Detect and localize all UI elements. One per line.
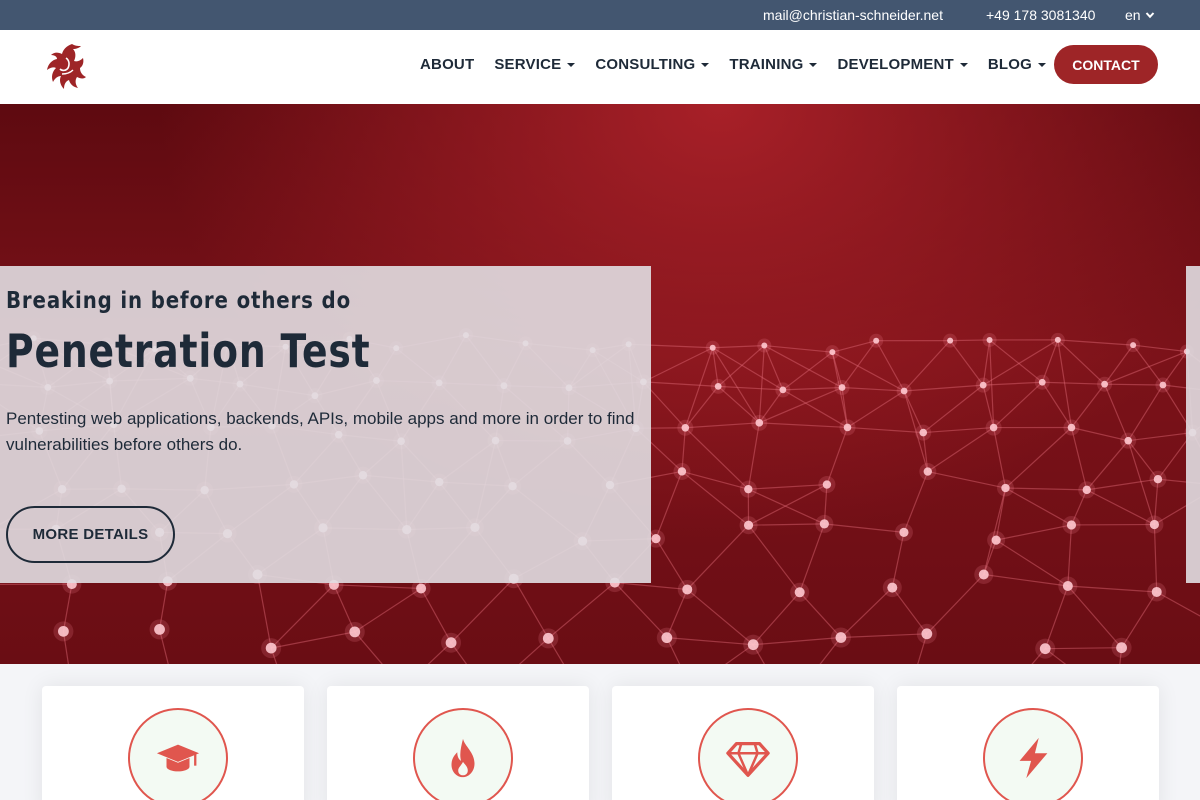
- nav-item-consulting[interactable]: CONSULTING: [595, 56, 710, 73]
- hero-description: Pentesting web applications, backends, A…: [6, 409, 635, 454]
- contact-button[interactable]: CONTACT: [1054, 45, 1158, 84]
- next-slide-panel-edge[interactable]: [1186, 266, 1200, 583]
- caret-down-icon: [959, 62, 968, 67]
- caret-down-icon: [1038, 62, 1047, 67]
- nav-item-about[interactable]: ABOUT: [420, 56, 474, 73]
- more-details-button[interactable]: MORE DETAILS: [6, 506, 175, 563]
- service-card-development[interactable]: [897, 686, 1159, 800]
- hero-section: Breaking in before others do Penetration…: [0, 104, 1200, 664]
- top-bar: mail@christian-schneider.net +49 178 308…: [0, 0, 1200, 30]
- service-card-pentest[interactable]: [327, 686, 589, 800]
- service-card-training[interactable]: [42, 686, 304, 800]
- nav-item-training[interactable]: TRAINING: [729, 56, 818, 73]
- nav-item-development[interactable]: DEVELOPMENT: [837, 56, 968, 73]
- site-header: ABOUT SERVICE CONSULTING TRAINING DEVELO…: [0, 30, 1200, 104]
- hero-title: Penetration Test: [6, 324, 371, 378]
- chevron-down-icon: [1145, 12, 1154, 19]
- gem-icon: [726, 741, 770, 777]
- card-icon-circle: [413, 708, 513, 800]
- card-icon-circle: [983, 708, 1083, 800]
- main-nav: ABOUT SERVICE CONSULTING TRAINING DEVELO…: [420, 56, 1047, 73]
- caret-down-icon: [567, 62, 576, 67]
- card-icon-circle: [698, 708, 798, 800]
- hero-text-panel: Breaking in before others do Penetration…: [0, 266, 651, 583]
- service-card-consulting[interactable]: [612, 686, 874, 800]
- phone-link[interactable]: +49 178 3081340: [986, 7, 1095, 23]
- email-link[interactable]: mail@christian-schneider.net: [763, 7, 943, 23]
- graduation-cap-icon: [156, 744, 200, 772]
- caret-down-icon: [809, 62, 818, 67]
- fire-icon: [451, 738, 475, 778]
- nav-label: SERVICE: [494, 56, 562, 73]
- nav-label: BLOG: [987, 56, 1033, 73]
- nav-label: CONSULTING: [595, 56, 696, 73]
- nav-label: ABOUT: [420, 56, 475, 73]
- card-icon-circle: [128, 708, 228, 800]
- nav-item-service[interactable]: SERVICE: [494, 56, 576, 73]
- dragon-logo-icon[interactable]: [42, 40, 88, 94]
- caret-down-icon: [701, 62, 710, 67]
- nav-label: TRAINING: [729, 56, 804, 73]
- language-label: en: [1125, 7, 1141, 23]
- bolt-icon: [1019, 737, 1048, 779]
- language-selector[interactable]: en: [1125, 7, 1155, 23]
- nav-item-blog[interactable]: BLOG: [987, 56, 1047, 73]
- nav-label: DEVELOPMENT: [837, 56, 954, 73]
- hero-eyebrow: Breaking in before others do: [6, 288, 352, 314]
